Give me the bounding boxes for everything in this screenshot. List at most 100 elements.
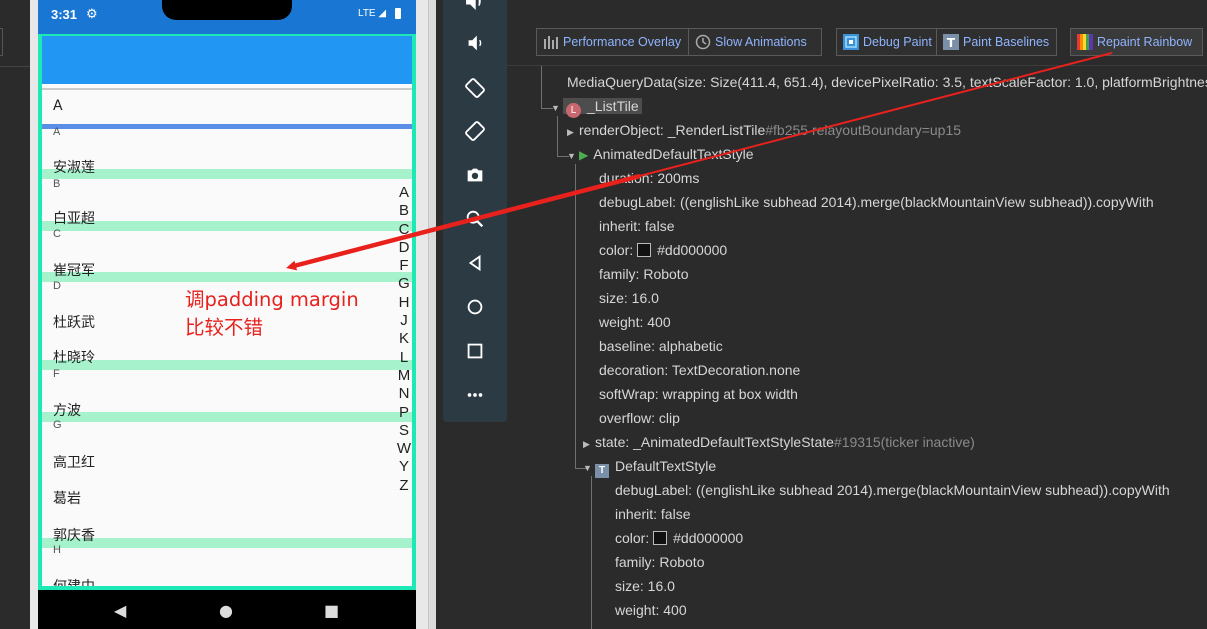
collapse-triangle-icon[interactable]: ▼ (567, 144, 579, 168)
list-item[interactable]: 郭庆香 (53, 525, 95, 545)
rainbow-icon (1077, 34, 1093, 50)
network-label: LTE (358, 8, 376, 19)
prop-inherit: inherit: false (615, 506, 691, 522)
alphabet-letter[interactable]: A (396, 184, 412, 202)
annotation-line-1: 调padding margin (185, 288, 359, 311)
prop-size: size: 16.0 (599, 290, 659, 306)
prop-color-value: #dd000000 (657, 242, 728, 258)
annotation-text: 调padding margin 比较不错 (185, 286, 359, 342)
bar-chart-icon (543, 34, 559, 50)
tree-node-render-object[interactable]: ▶ renderObject: _RenderListTile#fb255 rel… (567, 118, 961, 142)
list-item[interactable]: 高卫红 (53, 452, 95, 472)
zoom-icon[interactable] (443, 204, 507, 234)
more-icon[interactable] (443, 380, 507, 410)
text-baseline-icon: T (943, 34, 959, 50)
tree-node-animated-style[interactable]: ▼ ▶ AnimatedDefaultTextStyle (567, 142, 754, 166)
app-bar (42, 36, 412, 84)
render-object-label: renderObject: _RenderListTile (579, 122, 766, 138)
tree-node-state[interactable]: ▶ state: _AnimatedDefaultTextStyleState#1… (583, 430, 975, 454)
nav-recents-icon[interactable]: ■ (324, 601, 339, 620)
render-object-id: #fb255 relayoutBoundary=up15 (765, 122, 962, 138)
alphabet-letter[interactable]: L (396, 349, 412, 367)
expand-triangle-icon[interactable]: ▶ (583, 432, 595, 456)
nav-home-icon[interactable]: ● (219, 601, 233, 620)
section-header: A (53, 126, 61, 138)
collapse-triangle-icon[interactable]: ▼ (583, 456, 595, 480)
section-header: F (53, 368, 60, 380)
list-item[interactable]: 白亚超 (53, 208, 95, 228)
inspector-toolbar: Performance Overlay Slow Animations Debu… (507, 0, 1207, 66)
alphabet-letter[interactable]: F (396, 257, 412, 275)
alphabet-letter[interactable]: J (396, 312, 412, 330)
alphabet-letter[interactable]: Y (396, 458, 412, 476)
phone-frame-edge (428, 0, 436, 629)
camera-notch (162, 0, 292, 20)
left-panel-button[interactable] (0, 28, 3, 56)
expand-triangle-icon[interactable]: ▶ (567, 120, 579, 144)
alphabet-letter[interactable]: D (396, 239, 412, 257)
list-item[interactable]: 何建中 (53, 576, 95, 586)
section-header: D (53, 280, 61, 292)
state-label: state: _AnimatedDefaultTextStyleState (595, 434, 834, 450)
nav-back-icon[interactable]: ◀ (114, 601, 126, 620)
volume-down-icon[interactable] (443, 28, 507, 58)
list-item[interactable]: 方波 (53, 400, 81, 420)
prop-debug-label: debugLabel: ((englishLike subhead 2014).… (615, 482, 1170, 498)
list-item[interactable]: 杜跃武 (53, 312, 95, 332)
prop-debug-label: debugLabel: ((englishLike subhead 2014).… (599, 194, 1154, 210)
rotate-right-icon[interactable] (443, 116, 507, 146)
list-divider (42, 412, 412, 422)
alphabet-letter[interactable]: M (396, 367, 412, 385)
prop-weight: weight: 400 (599, 314, 671, 330)
slow-animations-button[interactable]: Slow Animations (689, 28, 822, 56)
alphabet-letter[interactable]: K (396, 330, 412, 348)
prop-color-label: color: (599, 242, 634, 258)
repaint-rainbow-button[interactable]: Repaint Rainbow (1070, 28, 1203, 56)
camera-icon[interactable] (443, 160, 507, 190)
repaint-rainbow-label: Repaint Rainbow (1097, 35, 1193, 49)
alphabet-letter[interactable]: W (396, 440, 412, 458)
performance-overlay-button[interactable]: Performance Overlay (536, 28, 689, 56)
list-divider (42, 124, 412, 129)
list-divider (42, 538, 412, 548)
alphabet-letter[interactable]: Z (396, 477, 412, 495)
collapse-triangle-icon[interactable]: ▼ (551, 96, 563, 120)
clock-icon (695, 34, 711, 50)
tree-node-listtile[interactable]: ▼ L _ListTile (551, 94, 642, 118)
prop-color-label: color: (615, 530, 650, 546)
alphabet-letter[interactable]: B (396, 202, 412, 220)
alphabet-letter[interactable]: P (396, 404, 412, 422)
animated-style-label: AnimatedDefaultTextStyle (593, 146, 754, 162)
prop-inherit: inherit: false (599, 218, 675, 234)
debug-paint-icon (843, 34, 859, 50)
overview-icon[interactable] (443, 336, 507, 366)
tree-node-default-style[interactable]: ▼ T DefaultTextStyle (583, 454, 716, 478)
alphabet-letter[interactable]: H (396, 294, 412, 312)
alphabet-letter[interactable]: G (396, 275, 412, 293)
home-icon[interactable] (443, 292, 507, 322)
rotate-left-icon[interactable] (443, 73, 507, 103)
alphabet-letter[interactable]: N (396, 385, 412, 403)
section-header: C (53, 228, 61, 240)
prop-overflow: overflow: clip (599, 410, 680, 426)
list-item[interactable]: 葛岩 (53, 488, 81, 508)
alphabet-letter[interactable]: S (396, 422, 412, 440)
alphabet-index[interactable]: ABCDFGHJKLMNPSWYZ (396, 184, 412, 495)
prop-softwrap: softWrap: wrapping at box width (599, 386, 798, 402)
section-header: G (53, 419, 62, 431)
animated-widget-icon: ▶ (579, 148, 589, 162)
flutter-inspector: Performance Overlay Slow Animations Debu… (507, 0, 1207, 629)
debug-paint-button[interactable]: Debug Paint (836, 28, 937, 56)
status-time: 3:31 (51, 7, 78, 22)
paint-baselines-button[interactable]: T Paint Baselines (937, 28, 1057, 56)
left-panel-edge (0, 0, 30, 629)
prop-baseline: baseline: alphabetic (599, 338, 723, 354)
list-item[interactable]: 崔冠军 (53, 260, 95, 280)
settings-gear-icon: ⚙ (86, 6, 98, 21)
list-item[interactable]: 安淑莲 (53, 157, 95, 177)
back-icon[interactable] (443, 248, 507, 278)
volume-up-icon[interactable] (443, 0, 507, 16)
list-item[interactable]: 杜晓玲 (53, 347, 95, 367)
alphabet-letter[interactable]: C (396, 221, 412, 239)
emulator-toolbar (443, 0, 507, 422)
